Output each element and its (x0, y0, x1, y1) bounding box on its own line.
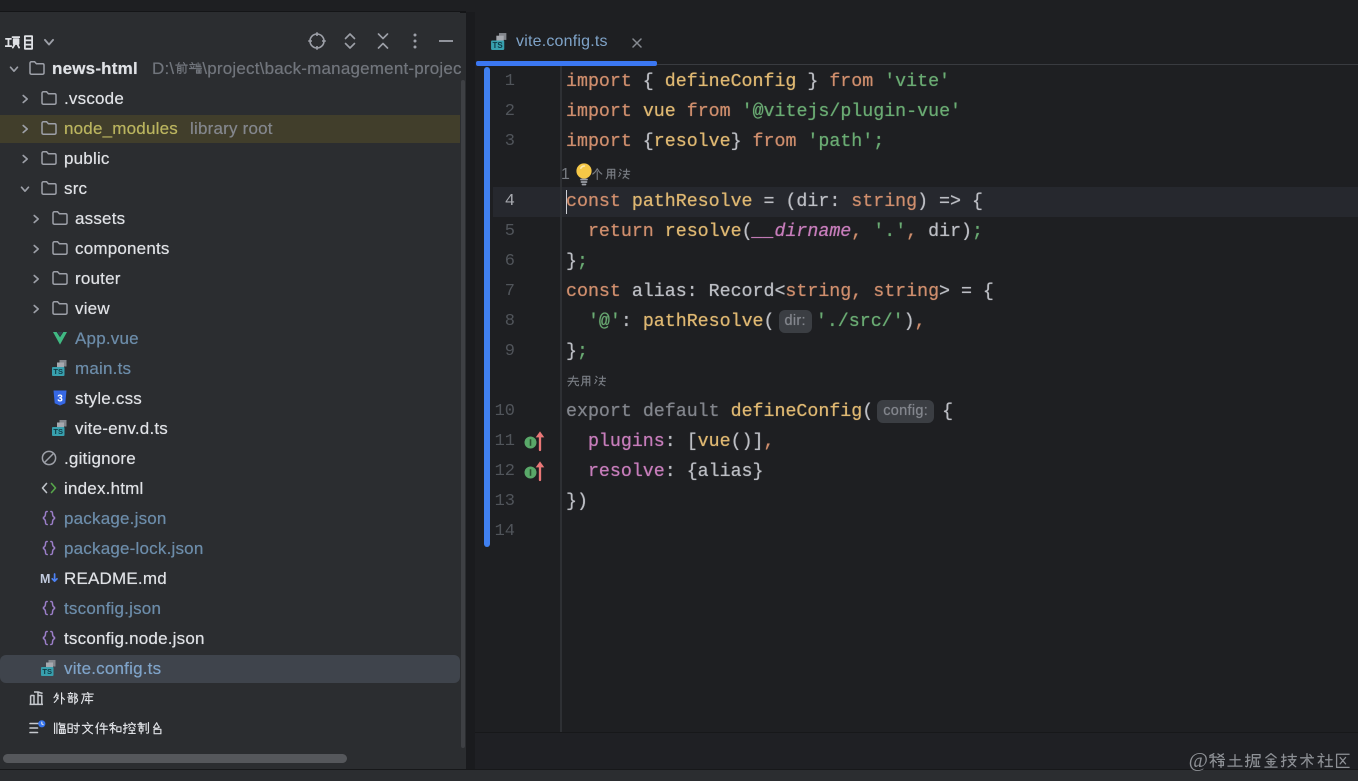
svg-text:TS: TS (493, 41, 503, 50)
svg-text:3: 3 (57, 394, 63, 405)
svg-text:TS: TS (53, 427, 63, 436)
svg-text:TS: TS (53, 367, 63, 376)
svg-text:TS: TS (42, 667, 52, 676)
svg-text:M: M (40, 572, 50, 586)
